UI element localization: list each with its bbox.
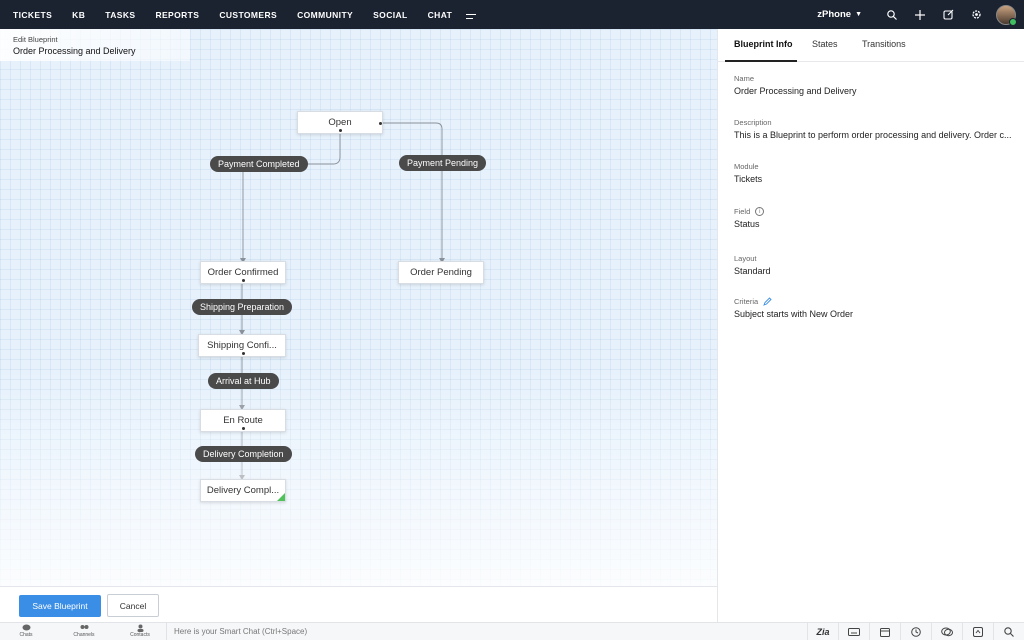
field-value: This is a Blueprint to perform order pro… <box>734 130 1012 140</box>
blueprint-info-panel: Blueprint Info States Transitions Name O… <box>717 29 1024 622</box>
chats-label: Chats <box>19 632 33 638</box>
field-label: Module <box>734 162 759 171</box>
chat-bubble-icon <box>22 624 30 631</box>
state-shipping-confirmed[interactable]: Shipping Confi... <box>198 334 286 357</box>
field-value: Tickets <box>734 174 763 184</box>
transition-shipping-preparation[interactable]: Shipping Preparation <box>192 299 293 315</box>
state-order-pending[interactable]: Order Pending <box>398 261 484 284</box>
compose-icon[interactable] <box>934 0 962 29</box>
screenshot-icon[interactable] <box>962 623 993 640</box>
transition-label: Delivery Completion <box>203 449 284 459</box>
connector-dot[interactable] <box>339 129 342 132</box>
chats-button[interactable]: Chats <box>8 624 44 638</box>
field-value: Order Processing and Delivery <box>734 86 857 96</box>
more-menu-icon[interactable] <box>466 11 477 19</box>
avatar[interactable] <box>996 4 1017 26</box>
transition-label: Payment Completed <box>218 159 300 169</box>
status-bar-tools: Zia <box>807 623 1024 640</box>
field-label: Layout <box>734 254 757 263</box>
nav-community[interactable]: COMMUNITY <box>297 10 353 20</box>
field-value: Status <box>734 219 760 229</box>
criteria-field: Criteria Subject starts with New Order <box>734 297 1016 319</box>
active-tab-indicator <box>725 60 797 62</box>
state-en-route[interactable]: En Route <box>200 409 286 432</box>
field-value: Subject starts with New Order <box>734 309 854 319</box>
search-icon[interactable] <box>993 623 1024 640</box>
field-label: Field <box>734 207 751 216</box>
tab-blueprint-info[interactable]: Blueprint Info <box>734 39 793 49</box>
info-icon[interactable]: i <box>755 207 765 216</box>
status-field: Field i Status <box>734 207 1016 229</box>
pencil-icon[interactable] <box>763 297 772 306</box>
search-icon[interactable] <box>878 0 906 29</box>
transition-payment-pending[interactable]: Payment Pending <box>399 155 487 171</box>
connector-dot[interactable] <box>242 427 245 430</box>
online-status-icon <box>1009 17 1017 26</box>
state-open[interactable]: Open <box>297 111 383 134</box>
gear-icon[interactable] <box>962 0 990 29</box>
contacts-label: Contacts <box>130 632 150 638</box>
field-value: Standard <box>734 266 771 276</box>
nav-reports[interactable]: REPORTS <box>155 10 199 20</box>
state-label: Order Confirmed <box>207 267 279 278</box>
save-blueprint-button[interactable]: Save Blueprint <box>19 595 101 617</box>
transition-payment-completed[interactable]: Payment Completed <box>210 156 308 172</box>
nav-social[interactable]: SOCIAL <box>373 10 408 20</box>
field-label: Name <box>734 74 755 83</box>
connector-dot[interactable] <box>242 352 245 355</box>
transition-label: Payment Pending <box>407 158 479 168</box>
nav-customers[interactable]: CUSTOMERS <box>219 10 277 20</box>
smart-chat-input[interactable]: Here is your Smart Chat (Ctrl+Space) <box>166 623 766 640</box>
portal-name[interactable]: zPhone <box>817 9 851 20</box>
nav-kb[interactable]: KB <box>72 10 85 20</box>
plus-icon[interactable] <box>906 0 934 29</box>
nav-tickets[interactable]: TICKETS <box>13 10 52 20</box>
clock-icon[interactable] <box>900 623 931 640</box>
state-delivery-completed[interactable]: Delivery Compl... <box>200 479 286 502</box>
nav-chat[interactable]: CHAT <box>428 10 453 20</box>
top-navigation: TICKETS KB TASKS REPORTS CUSTOMERS COMMU… <box>0 0 1024 29</box>
module-field: Module Tickets <box>734 162 1016 184</box>
description-field: Description This is a Blueprint to perfo… <box>734 118 1016 140</box>
connector-dot[interactable] <box>242 279 245 282</box>
nav-right-group: zPhone ▼ <box>817 0 1024 29</box>
keyboard-icon[interactable] <box>838 623 869 640</box>
bottom-status-bar: Chats Channels Contacts Here is your Sma… <box>0 622 1024 640</box>
channels-icon <box>80 625 88 629</box>
transition-delivery-completion[interactable]: Delivery Completion <box>195 446 292 462</box>
state-label: En Route <box>223 415 263 426</box>
tab-transitions[interactable]: Transitions <box>862 39 906 49</box>
channels-button[interactable]: Channels <box>66 624 102 638</box>
field-label-row: Criteria <box>734 297 1016 306</box>
calendar-icon[interactable] <box>869 623 900 640</box>
panel-tabs: Blueprint Info States Transitions <box>718 29 1024 62</box>
name-field: Name Order Processing and Delivery <box>734 74 1016 96</box>
transition-label: Arrival at Hub <box>216 376 271 386</box>
field-label-row: Field i <box>734 207 1016 216</box>
channels-label: Channels <box>73 632 95 638</box>
cancel-button[interactable]: Cancel <box>107 594 159 617</box>
zia-logo: Zia <box>816 626 830 637</box>
zia-button[interactable]: Zia <box>807 623 838 640</box>
state-label: Shipping Confi... <box>207 340 277 351</box>
contact-icon <box>137 624 143 632</box>
transition-label: Shipping Preparation <box>200 302 285 312</box>
field-label: Description <box>734 118 772 127</box>
transition-arrival-at-hub[interactable]: Arrival at Hub <box>208 373 279 389</box>
tab-states[interactable]: States <box>812 39 838 49</box>
state-order-confirmed[interactable]: Order Confirmed <box>200 261 286 284</box>
state-label: Delivery Compl... <box>206 485 280 496</box>
nav-tasks[interactable]: TASKS <box>105 10 135 20</box>
layout-field: Layout Standard <box>734 254 1016 276</box>
completed-marker-icon <box>277 493 285 501</box>
connector-dot[interactable] <box>379 122 382 125</box>
contacts-button[interactable]: Contacts <box>122 624 158 638</box>
blueprint-canvas[interactable]: Edit Blueprint Order Processing and Deli… <box>0 29 717 586</box>
chevron-down-icon[interactable]: ▼ <box>855 11 862 18</box>
conversation-icon[interactable] <box>931 623 962 640</box>
state-label: Order Pending <box>410 267 472 278</box>
field-label: Criteria <box>734 297 759 306</box>
state-label: Open <box>328 117 352 128</box>
action-bar: Save Blueprint Cancel <box>0 586 717 622</box>
